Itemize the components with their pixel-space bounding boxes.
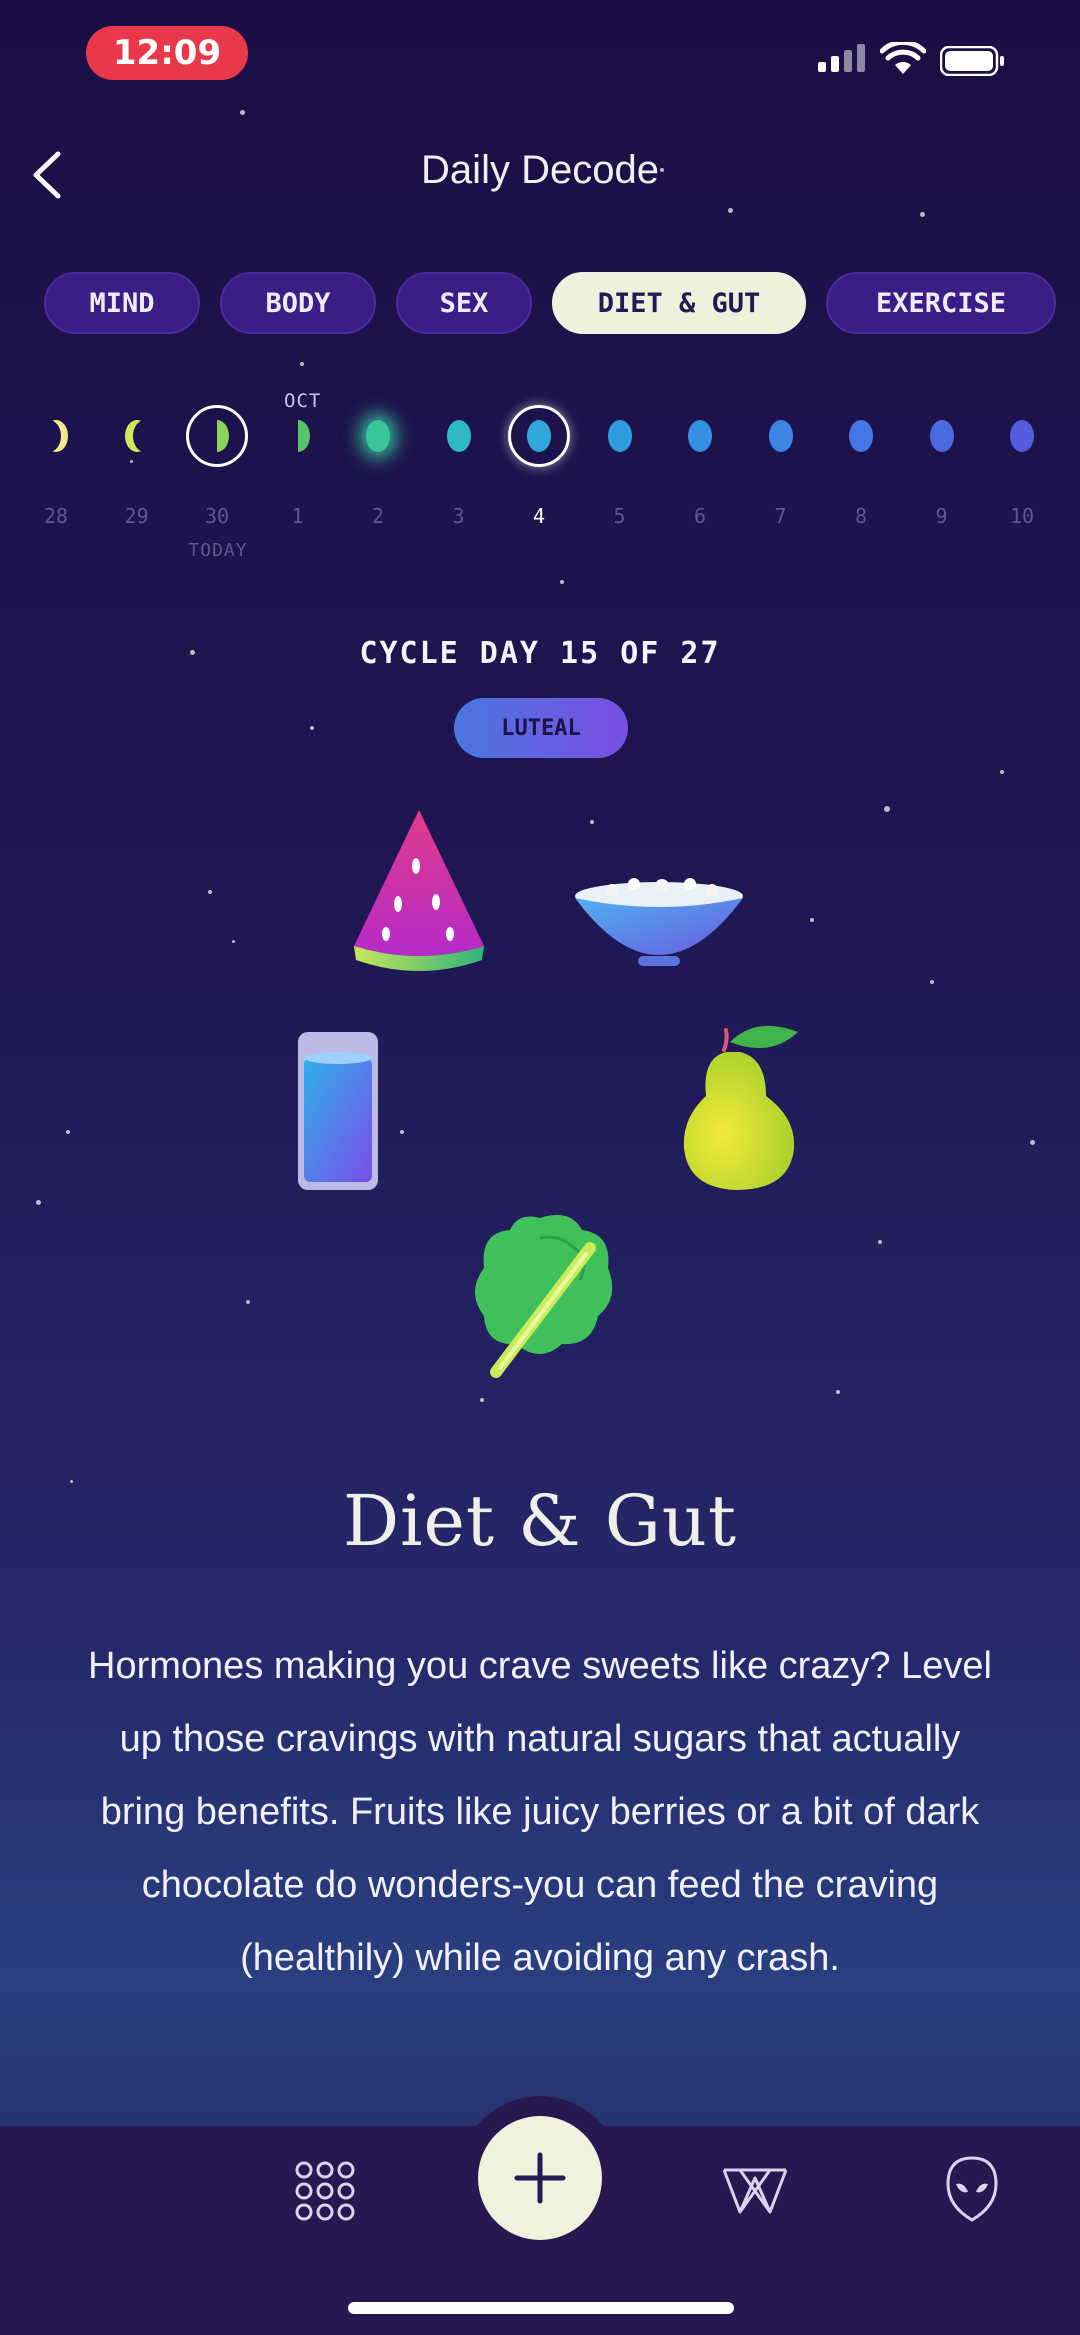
calendar-day-moon-8[interactable] [849,420,873,452]
calendar-day-number[interactable]: 7 [751,504,811,528]
calendar-day-moon-3[interactable] [446,420,471,452]
calendar-day-number[interactable]: 4 [509,504,569,528]
calendar-day-number[interactable]: 28 [26,504,86,528]
calendar-day-moon-9[interactable] [929,420,954,452]
w-logo-icon[interactable] [722,2166,788,2216]
calendar-day-moon-7[interactable] [768,420,793,452]
cycle-day-label: CYCLE DAY 15 OF 27 [359,636,721,671]
calendar-day-moon-28[interactable] [44,420,68,452]
leafy-green-icon [475,1214,613,1378]
watermelon-icon [354,810,484,971]
tab-diet-gut[interactable]: DIET & GUT [552,272,806,334]
calendar-day-moon-6[interactable] [688,420,712,452]
calendar-day-number[interactable]: 5 [590,504,650,528]
tab-body[interactable]: BODY [220,272,376,334]
tab-exercise[interactable]: EXERCISE [826,272,1056,334]
calendar-day-number[interactable]: 29 [107,504,167,528]
calendar-day-number[interactable]: 1 [268,504,328,528]
calendar-day-moon-29[interactable] [125,420,149,452]
calendar-day-number[interactable]: 6 [670,504,730,528]
calendar-day-number[interactable]: 9 [912,504,972,528]
tab-sex[interactable]: SEX [396,272,532,334]
calendar-day-moon-1[interactable] [285,420,310,452]
phase-badge: LUTEAL [454,698,628,758]
home-indicator [348,2302,734,2314]
calendar-day-number[interactable]: 3 [429,504,489,528]
add-button[interactable] [478,2116,602,2240]
selected-day-ring [508,405,570,467]
calendar-month-label: OCT [284,390,322,412]
battery-icon [940,46,1004,76]
calendar-day-moon-5[interactable] [607,420,632,452]
plus-icon [514,2152,566,2204]
calendar-day-number[interactable]: 10 [992,504,1052,528]
cereal-bowl-icon [575,878,743,966]
alien-icon[interactable] [946,2156,998,2222]
page-title: Daily Decode [421,148,659,192]
pear-icon [683,1025,798,1190]
section-body: Hormones making you crave sweets like cr… [88,1645,992,1979]
cellular-signal-icon [818,44,865,72]
today-label: TODAY [188,540,248,561]
section-title: Diet & Gut [342,1480,737,1562]
wifi-icon [880,42,926,74]
today-ring [186,405,248,467]
calendar-day-number[interactable]: 30 [187,504,247,528]
category-tabs: MIND BODY SEX DIET & GUT EXERCISE [44,272,1056,334]
tab-mind[interactable]: MIND [44,272,200,334]
calendar-day-moon-10[interactable] [1010,420,1034,452]
calendar-day-number[interactable]: 8 [831,504,891,528]
status-time: 12:09 [86,26,248,80]
grid-icon[interactable] [294,2160,356,2222]
calendar-day-number[interactable]: 2 [348,504,408,528]
moon-icon[interactable] [86,2160,142,2224]
calendar-day-moon-2[interactable] [366,420,390,452]
glass-of-water-icon [298,1032,378,1190]
